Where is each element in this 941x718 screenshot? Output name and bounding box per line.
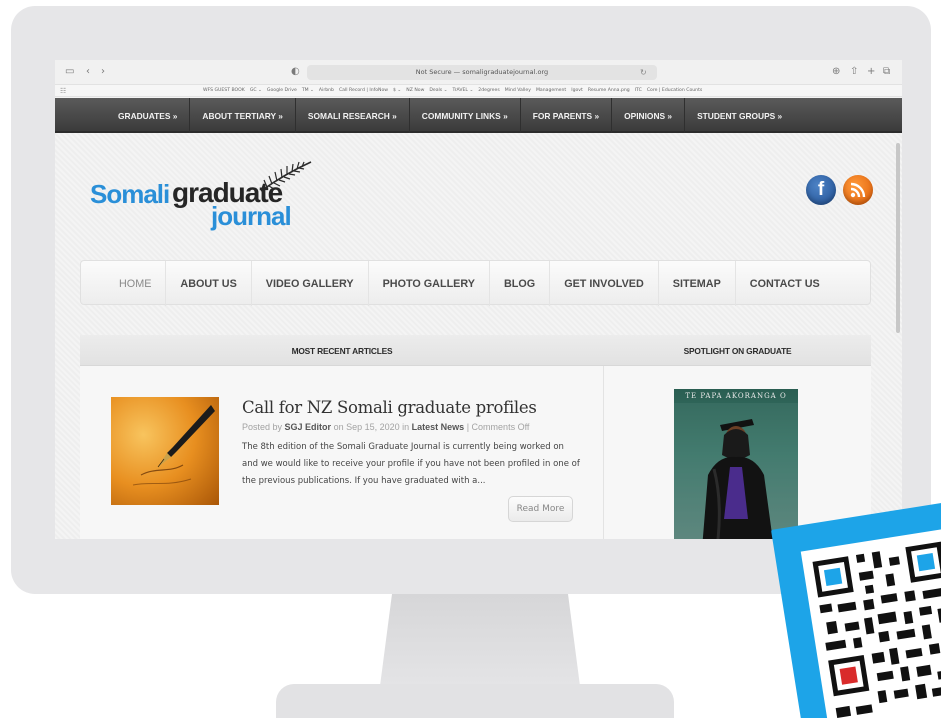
bookmark-item[interactable]: 2degrees (478, 86, 499, 96)
meta-date: on Sep 15, 2020 in (333, 422, 410, 432)
tab-overview-icon[interactable]: ⧉ (883, 66, 890, 78)
bookmark-item[interactable]: WFS GUEST BOOK (203, 86, 245, 96)
topnav-item[interactable]: STUDENT GROUPS » (685, 98, 794, 133)
top-navigation: GRADUATES » ABOUT TERTIARY » SOMALI RESEAR… (55, 98, 902, 133)
sidebar-toggle-icon[interactable]: ▭ (65, 66, 74, 78)
vertical-scrollbar[interactable] (896, 143, 900, 333)
bookmark-item[interactable]: Google Drive (267, 86, 297, 96)
article-thumbnail[interactable] (111, 397, 219, 505)
rss-icon[interactable] (843, 175, 873, 205)
qr-code-area (800, 526, 941, 718)
bookmark-item[interactable]: Call Record | InfoNow (339, 86, 388, 96)
meta-posted-by: Posted by (242, 422, 283, 432)
facebook-icon[interactable]: f (806, 175, 836, 205)
main-navigation: HOME ABOUT US VIDEO GALLERY PHOTO GALLERY BL… (80, 260, 871, 306)
bookmark-item[interactable]: Resume Anna.png (588, 86, 630, 96)
article-excerpt: The 8th edition of the Somali Graduate J… (242, 442, 580, 486)
address-bar[interactable]: Not Secure — somaligraduatejournal.org (307, 65, 657, 80)
bookmark-item[interactable]: Management (536, 86, 566, 96)
bookmarks-bar: ☷ WFS GUEST BOOK GC ⌄ Google Drive TM ⌄ Airb… (55, 85, 902, 97)
bookmark-item[interactable]: NZ Now (406, 86, 424, 96)
bookmark-item[interactable]: Airbnb (319, 86, 334, 96)
spotlight-photo-caption: TE PAPA AKORANGA O (685, 392, 787, 400)
content-panel: MOST RECENT ARTICLES SPOTLIGHT ON GRADUA… (80, 335, 871, 539)
logo-text-journal: journal (211, 201, 292, 231)
logo-text-somali: Somali (90, 179, 170, 209)
topnav-item[interactable]: OPINIONS » (612, 98, 686, 133)
monitor-stand-neck (380, 594, 580, 686)
topnav-item[interactable]: FOR PARENTS » (521, 98, 613, 133)
mainnav-item[interactable]: BLOG (490, 261, 551, 306)
download-icon[interactable]: ⊕ (832, 66, 840, 78)
read-more-button[interactable]: Read More (508, 496, 573, 522)
mainnav-item[interactable]: ABOUT US (166, 261, 252, 306)
topnav-item[interactable]: SOMALI RESEARCH » (296, 98, 410, 133)
article-title[interactable]: Call for NZ Somali graduate profiles (242, 398, 537, 417)
bookmark-item[interactable]: GC ⌄ (250, 86, 262, 96)
rss-glyph-icon (850, 182, 866, 198)
bookmark-item[interactable]: Deals ⌄ (429, 86, 447, 96)
forward-icon[interactable]: › (101, 66, 105, 78)
qr-code-icon (812, 541, 941, 718)
mainnav-item[interactable]: HOME (105, 261, 167, 306)
privacy-shield-icon[interactable]: ◐ (291, 66, 300, 78)
web-page: GRADUATES » ABOUT TERTIARY » SOMALI RESEAR… (55, 98, 902, 539)
mainnav-item[interactable]: CONTACT US (736, 261, 834, 306)
bookmarks-list: WFS GUEST BOOK GC ⌄ Google Drive TM ⌄ Airbnb… (203, 86, 702, 96)
mainnav-item[interactable]: VIDEO GALLERY (252, 261, 369, 306)
bookmark-item[interactable]: Igovt (571, 86, 583, 96)
bookmarks-grid-icon[interactable]: ☷ (60, 86, 66, 96)
back-icon[interactable]: ‹ (86, 66, 90, 78)
monitor-screen: ▭ ‹ › ◐ Not Secure — somaligraduatejourn… (55, 60, 902, 539)
stage: ▭ ‹ › ◐ Not Secure — somaligraduatejourn… (0, 0, 941, 718)
article-author-link[interactable]: SGJ Editor (285, 422, 332, 432)
topnav-item[interactable]: ABOUT TERTIARY » (190, 98, 296, 133)
spotlight-graduate-photo[interactable]: TE PAPA AKORANGA O (674, 389, 798, 539)
bookmark-item[interactable]: TrAVEL ⌄ (453, 86, 474, 96)
reload-icon[interactable]: ↻ (640, 65, 647, 80)
bookmark-item[interactable]: Mind Valley (505, 86, 531, 96)
share-icon[interactable]: ⇧ (850, 66, 858, 78)
bookmark-item[interactable]: Core | Education Counts (647, 86, 702, 96)
mainnav-item[interactable]: SITEMAP (659, 261, 736, 306)
meta-comments: | Comments Off (466, 422, 530, 432)
bookmark-item[interactable]: $ ⌄ (393, 86, 401, 96)
monitor-stand-base (276, 684, 674, 718)
graduate-figure-icon (674, 403, 798, 539)
mainnav-item[interactable]: GET INVOLVED (550, 261, 659, 306)
topnav-item[interactable]: GRADUATES » (106, 98, 191, 133)
section-header-bar: MOST RECENT ARTICLES SPOTLIGHT ON GRADUA… (80, 335, 871, 366)
most-recent-articles-heading: MOST RECENT ARTICLES (291, 345, 393, 356)
article-meta: Posted by SGJ Editor on Sep 15, 2020 in … (242, 422, 529, 432)
topnav-item[interactable]: COMMUNITY LINKS » (410, 98, 521, 133)
fountain-pen-icon (132, 405, 215, 486)
qr-code-card (771, 501, 941, 718)
mainnav-item[interactable]: PHOTO GALLERY (369, 261, 490, 306)
spotlight-heading: SPOTLIGHT ON GRADUATE (683, 345, 792, 356)
browser-toolbar: ▭ ‹ › ◐ Not Secure — somaligraduatejourn… (55, 60, 902, 85)
site-logo[interactable]: Somali graduate journal (90, 159, 312, 231)
bookmark-item[interactable]: ITC (635, 86, 642, 96)
column-divider (603, 366, 604, 539)
article-category-link[interactable]: Latest News (412, 422, 465, 432)
bookmark-item[interactable]: TM ⌄ (302, 86, 314, 96)
new-tab-icon[interactable]: + (867, 66, 875, 78)
